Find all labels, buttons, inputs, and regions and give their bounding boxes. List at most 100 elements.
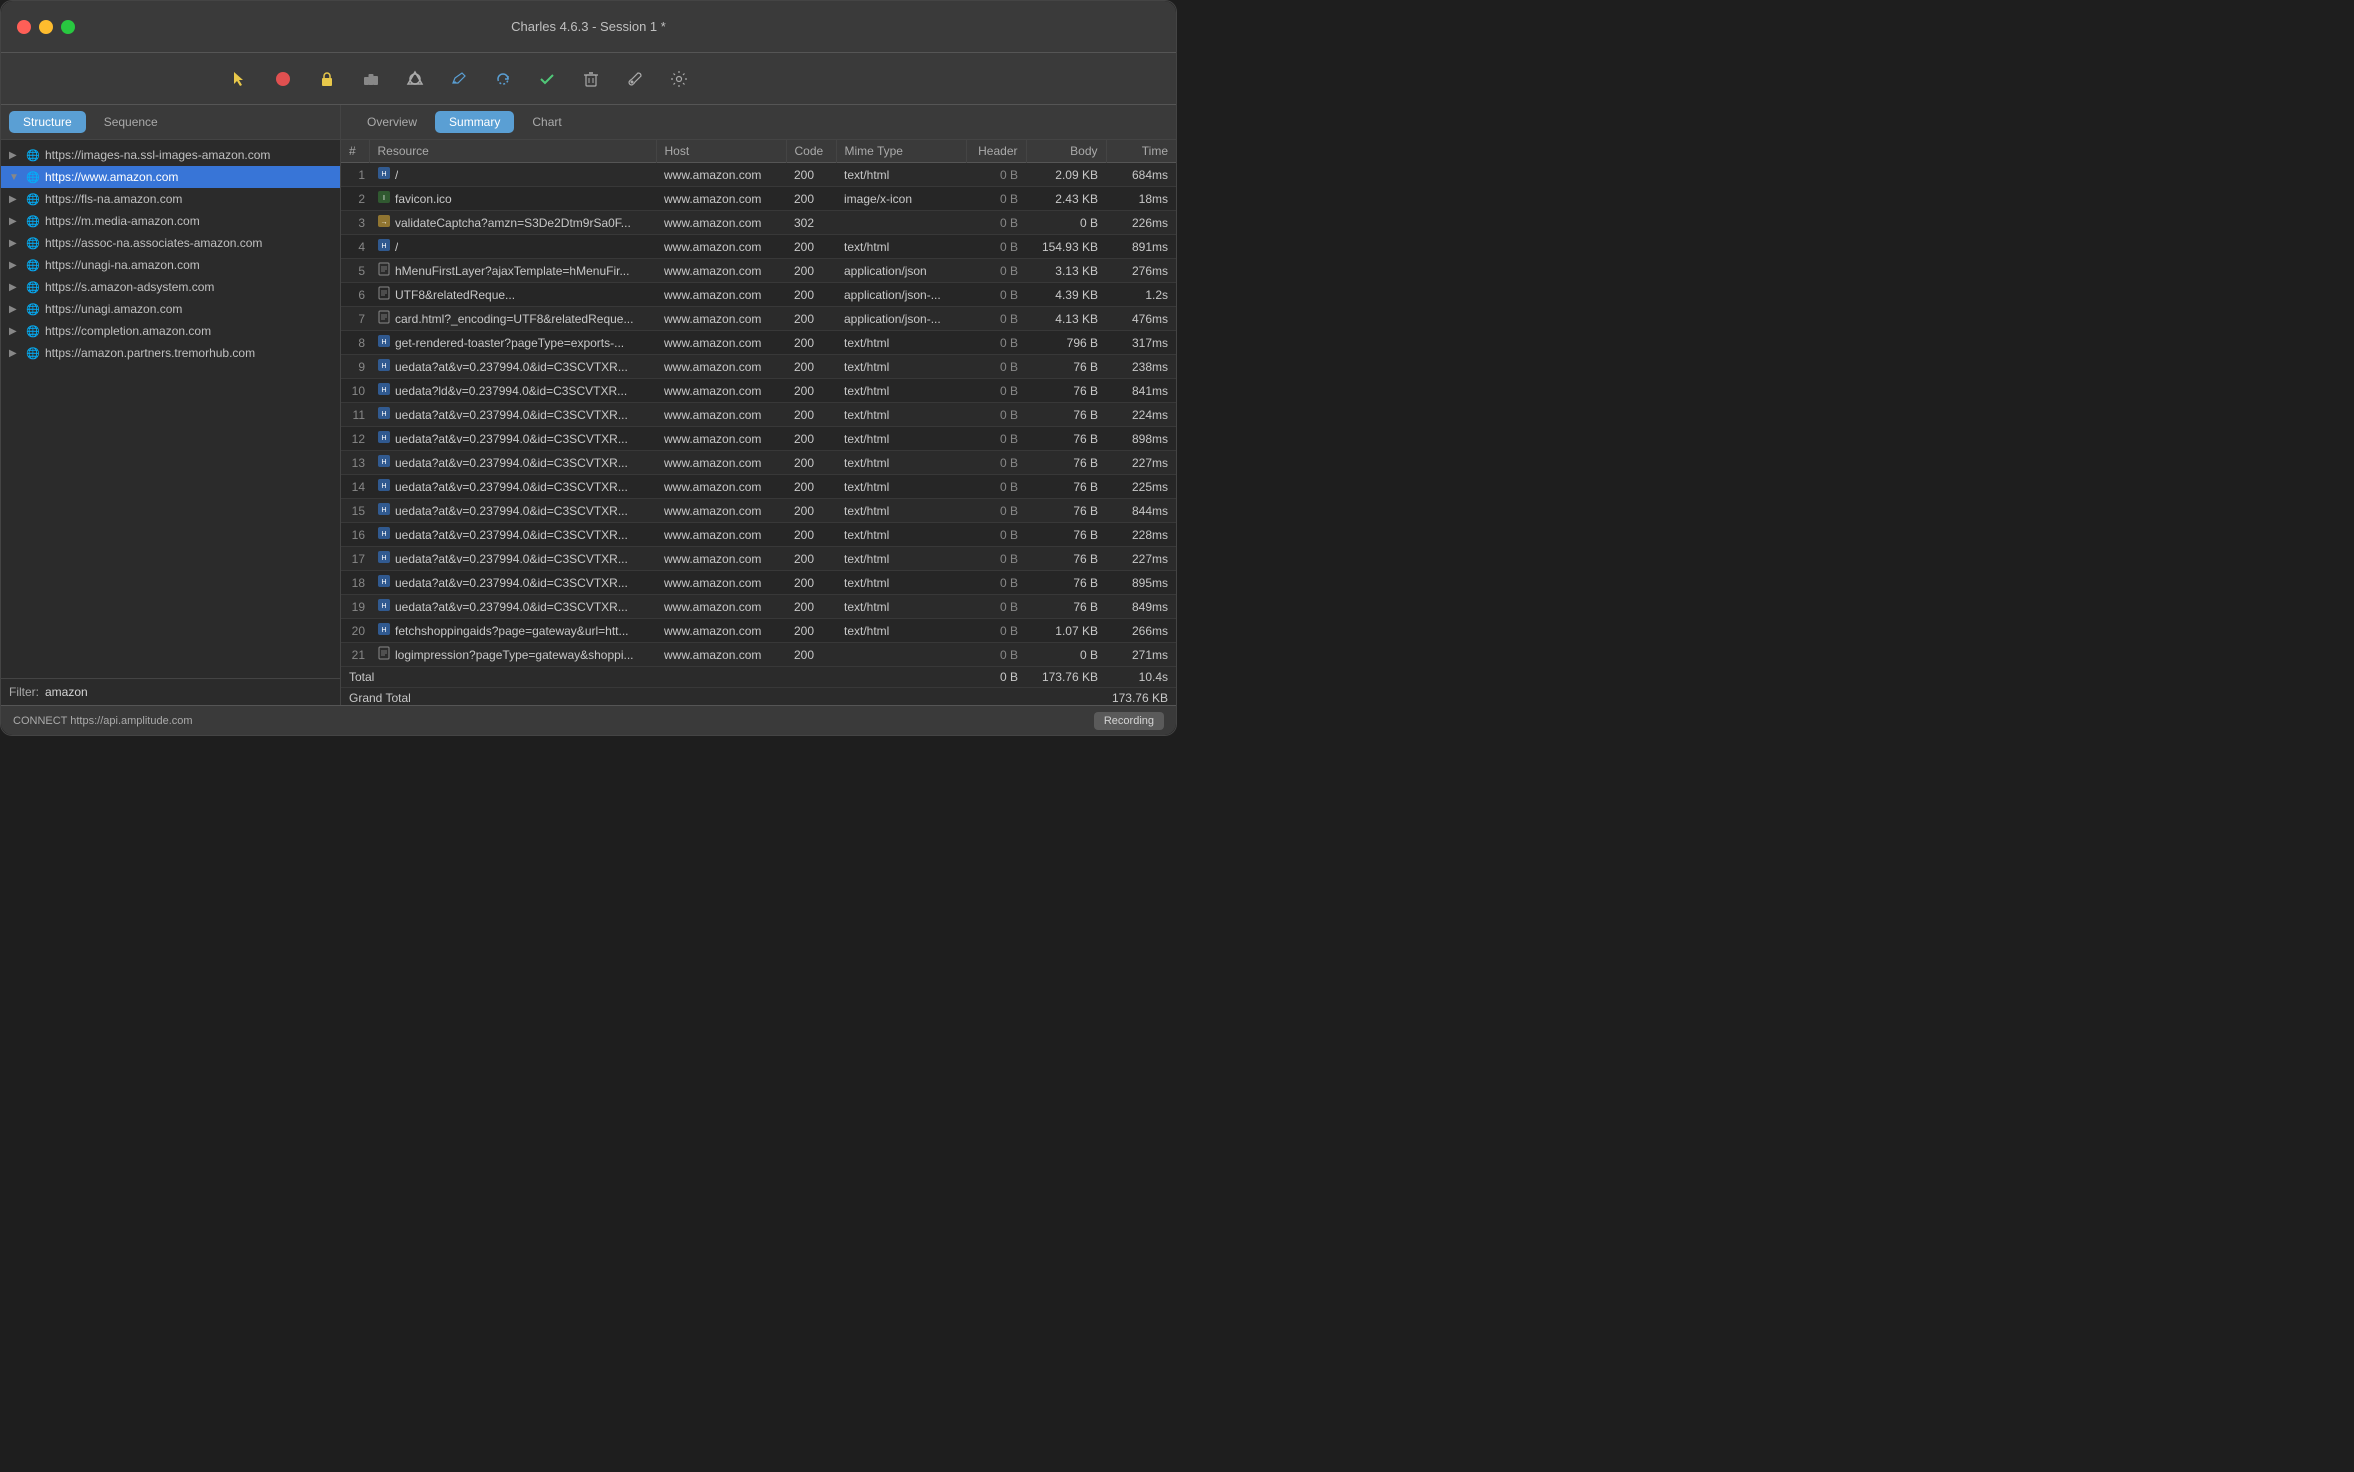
row-time: 841ms [1106, 379, 1176, 403]
table-row[interactable]: 20 H fetchshoppingaids?page=gateway&url=… [341, 619, 1176, 643]
sidebar-item-6[interactable]: ▶ 🌐 https://s.amazon-adsystem.com [1, 276, 340, 298]
svg-text:H: H [381, 531, 386, 538]
row-time: 227ms [1106, 547, 1176, 571]
row-host: www.amazon.com [656, 259, 786, 283]
table-row[interactable]: 1 H / www.amazon.com 200 text/html 0 B 2… [341, 163, 1176, 187]
total-row: Total 0 B 173.76 KB 10.4s [341, 667, 1176, 688]
table-row[interactable]: 16 H uedata?at&v=0.237994.0&id=C3SCVTXR.… [341, 523, 1176, 547]
col-time: Time [1106, 140, 1176, 163]
sidebar-item-7[interactable]: ▶ 🌐 https://unagi.amazon.com [1, 298, 340, 320]
svg-text:H: H [381, 435, 386, 442]
row-resource: H uedata?ld&v=0.237994.0&id=C3SCVTXR... [369, 379, 656, 403]
resource-icon [377, 310, 391, 327]
compose-button[interactable] [441, 61, 477, 97]
row-time: 227ms [1106, 451, 1176, 475]
tab-sequence[interactable]: Sequence [90, 111, 172, 133]
svg-text:H: H [381, 243, 386, 250]
row-body: 76 B [1026, 451, 1106, 475]
row-body: 76 B [1026, 523, 1106, 547]
row-code: 200 [786, 163, 836, 187]
row-host: www.amazon.com [656, 571, 786, 595]
sidebar-item-5[interactable]: ▶ 🌐 https://unagi-na.amazon.com [1, 254, 340, 276]
resource-icon: H [377, 430, 391, 447]
tab-summary[interactable]: Summary [435, 111, 514, 133]
globe-icon: 🌐 [25, 191, 41, 207]
table-row[interactable]: 6 UTF8&relatedReque... www.amazon.com 20… [341, 283, 1176, 307]
svg-text:H: H [381, 411, 386, 418]
table-row[interactable]: 11 H uedata?at&v=0.237994.0&id=C3SCVTXR.… [341, 403, 1176, 427]
table-row[interactable]: 19 H uedata?at&v=0.237994.0&id=C3SCVTXR.… [341, 595, 1176, 619]
sidebar-item-1[interactable]: ▼ 🌐 https://www.amazon.com [1, 166, 340, 188]
row-body: 0 B [1026, 211, 1106, 235]
tab-chart[interactable]: Chart [518, 111, 575, 133]
ssl-button[interactable] [309, 61, 345, 97]
row-mime: text/html [836, 595, 966, 619]
resource-name: uedata?at&v=0.237994.0&id=C3SCVTXR... [395, 432, 628, 446]
repeat-button[interactable] [485, 61, 521, 97]
row-body: 76 B [1026, 379, 1106, 403]
row-resource: hMenuFirstLayer?ajaxTemplate=hMenuFir... [369, 259, 656, 283]
table-row[interactable]: 15 H uedata?at&v=0.237994.0&id=C3SCVTXR.… [341, 499, 1176, 523]
settings-button[interactable] [661, 61, 697, 97]
row-code: 200 [786, 403, 836, 427]
table-row[interactable]: 10 H uedata?ld&v=0.237994.0&id=C3SCVTXR.… [341, 379, 1176, 403]
breakpoint-button[interactable] [397, 61, 433, 97]
tools-button[interactable] [617, 61, 653, 97]
sidebar-item-0[interactable]: ▶ 🌐 https://images-na.ssl-images-amazon.… [1, 144, 340, 166]
chevron-right-icon: ▶ [9, 282, 21, 293]
table-row[interactable]: 5 hMenuFirstLayer?ajaxTemplate=hMenuFir.… [341, 259, 1176, 283]
pointer-button[interactable] [221, 61, 257, 97]
table-row[interactable]: 8 H get-rendered-toaster?pageType=export… [341, 331, 1176, 355]
resource-icon: H [377, 382, 391, 399]
tab-overview[interactable]: Overview [353, 111, 431, 133]
tab-structure[interactable]: Structure [9, 111, 86, 133]
globe-icon: 🌐 [25, 345, 41, 361]
row-resource: H uedata?at&v=0.237994.0&id=C3SCVTXR... [369, 355, 656, 379]
table-row[interactable]: 2 I favicon.ico www.amazon.com 200 image… [341, 187, 1176, 211]
sidebar-item-9[interactable]: ▶ 🌐 https://amazon.partners.tremorhub.co… [1, 342, 340, 364]
row-num: 17 [341, 547, 369, 571]
table-row[interactable]: 14 H uedata?at&v=0.237994.0&id=C3SCVTXR.… [341, 475, 1176, 499]
minimize-button[interactable] [39, 20, 53, 34]
chevron-right-icon: ▶ [9, 304, 21, 315]
table-row[interactable]: 4 H / www.amazon.com 200 text/html 0 B 1… [341, 235, 1176, 259]
resource-icon: H [377, 406, 391, 423]
row-code: 200 [786, 187, 836, 211]
globe-icon: 🌐 [25, 301, 41, 317]
sidebar-item-3[interactable]: ▶ 🌐 https://m.media-amazon.com [1, 210, 340, 232]
table-row[interactable]: 21 logimpression?pageType=gateway&shoppi… [341, 643, 1176, 667]
row-resource: H uedata?at&v=0.237994.0&id=C3SCVTXR... [369, 523, 656, 547]
throttle-button[interactable] [353, 61, 389, 97]
col-body: Body [1026, 140, 1106, 163]
row-resource: H / [369, 235, 656, 259]
validate-button[interactable] [529, 61, 565, 97]
row-host: www.amazon.com [656, 331, 786, 355]
table-row[interactable]: 13 H uedata?at&v=0.237994.0&id=C3SCVTXR.… [341, 451, 1176, 475]
filter-input[interactable] [45, 685, 332, 699]
close-button[interactable] [17, 20, 31, 34]
trash-button[interactable] [573, 61, 609, 97]
row-body: 76 B [1026, 427, 1106, 451]
row-header: 0 B [966, 595, 1026, 619]
table-row[interactable]: 17 H uedata?at&v=0.237994.0&id=C3SCVTXR.… [341, 547, 1176, 571]
resource-name: card.html?_encoding=UTF8&relatedReque... [395, 312, 633, 326]
row-resource: H get-rendered-toaster?pageType=exports-… [369, 331, 656, 355]
row-time: 225ms [1106, 475, 1176, 499]
table-row[interactable]: 12 H uedata?at&v=0.237994.0&id=C3SCVTXR.… [341, 427, 1176, 451]
row-time: 898ms [1106, 427, 1176, 451]
record-button[interactable] [265, 61, 301, 97]
resource-icon: H [377, 550, 391, 567]
maximize-button[interactable] [61, 20, 75, 34]
table-row[interactable]: 18 H uedata?at&v=0.237994.0&id=C3SCVTXR.… [341, 571, 1176, 595]
row-body: 76 B [1026, 547, 1106, 571]
sidebar-item-8[interactable]: ▶ 🌐 https://completion.amazon.com [1, 320, 340, 342]
sidebar-item-4[interactable]: ▶ 🌐 https://assoc-na.associates-amazon.c… [1, 232, 340, 254]
table-row[interactable]: 9 H uedata?at&v=0.237994.0&id=C3SCVTXR..… [341, 355, 1176, 379]
sidebar-item-2[interactable]: ▶ 🌐 https://fls-na.amazon.com [1, 188, 340, 210]
row-host: www.amazon.com [656, 403, 786, 427]
table-row[interactable]: 3 → validateCaptcha?amzn=S3De2Dtm9rSa0F.… [341, 211, 1176, 235]
sidebar-url-6: https://s.amazon-adsystem.com [45, 280, 214, 294]
resource-name: uedata?at&v=0.237994.0&id=C3SCVTXR... [395, 504, 628, 518]
table-row[interactable]: 7 card.html?_encoding=UTF8&relatedReque.… [341, 307, 1176, 331]
window-controls [17, 20, 75, 34]
